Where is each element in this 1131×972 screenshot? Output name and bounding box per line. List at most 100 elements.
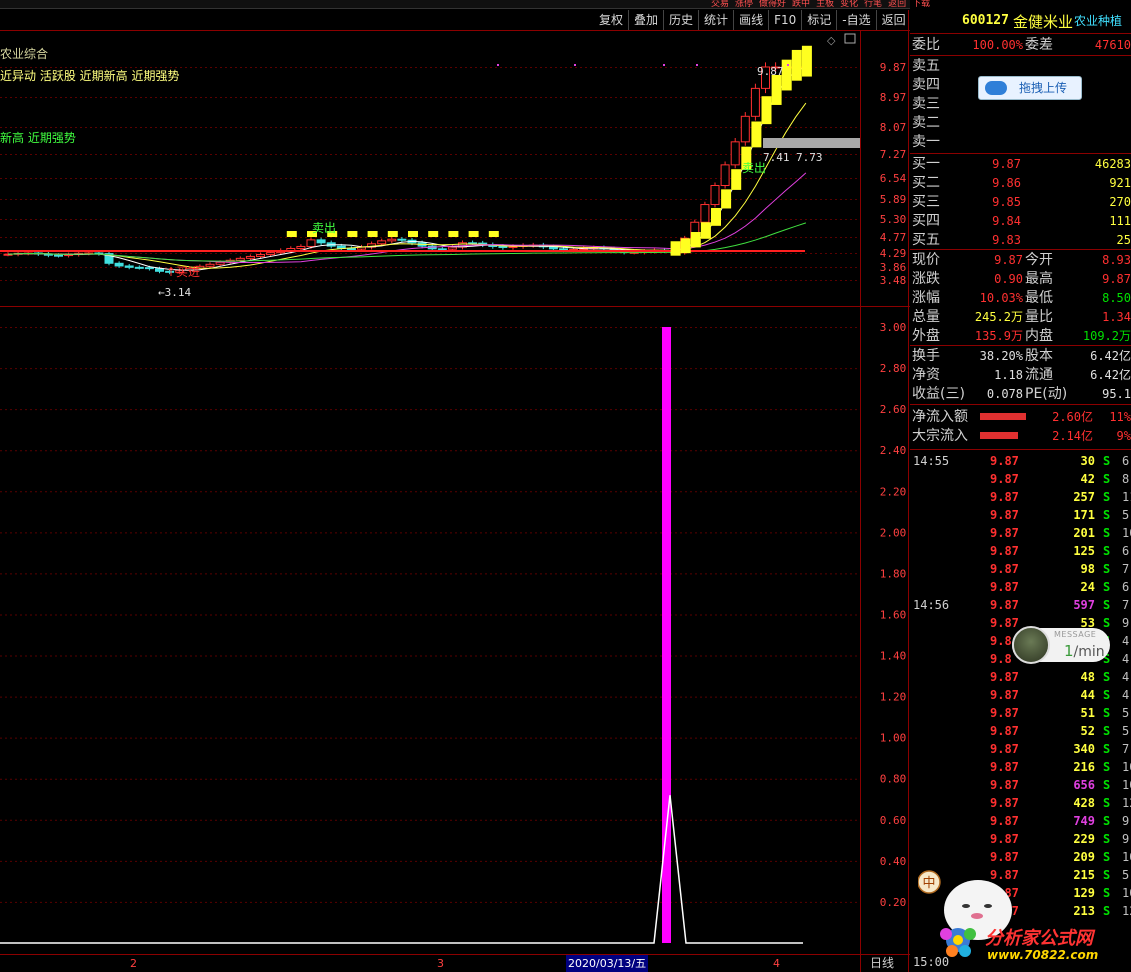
weicha-label: 委差	[1025, 37, 1053, 53]
tick-time: 14:56	[913, 598, 950, 612]
tick-price: 9.87	[990, 562, 1019, 576]
sell-level-row: 卖五	[910, 57, 1131, 75]
y-tick-label: 1.00	[880, 732, 907, 745]
message-widget[interactable]: MESSAGE 1/min	[1012, 626, 1110, 664]
drag-upload-button[interactable]: 拖拽上传	[978, 76, 1082, 100]
quote-label: 内盘	[1025, 328, 1053, 344]
tick-row: 9.87 656 S 10	[910, 776, 1131, 794]
buy-level-row: 买三 9.85 270	[910, 193, 1131, 211]
date-axis-label: 2020/03/13/五	[566, 955, 649, 972]
candle-body	[266, 252, 276, 256]
tick-count: 10	[1122, 850, 1131, 864]
buy-level-price: 9.85	[992, 195, 1021, 209]
quote-label: 最低	[1025, 290, 1053, 306]
sell-level-row: 卖一	[910, 133, 1131, 151]
y-tick-label: 5.30	[880, 213, 907, 226]
tick-price: 9.87	[990, 544, 1019, 558]
tick-price: 9.87	[990, 670, 1019, 684]
candle-body	[215, 261, 225, 265]
tick-count: 4	[1122, 652, 1130, 666]
flow-percent: 11%	[1109, 410, 1131, 424]
quote-value: 8.50	[1102, 291, 1131, 305]
candle-body	[710, 185, 720, 206]
tick-row: 9.87 428 S 12	[910, 794, 1131, 812]
tick-side: S	[1103, 832, 1111, 846]
tick-volume: 209	[1073, 850, 1095, 864]
tick-count: 5	[1122, 724, 1130, 738]
signal-block	[801, 45, 812, 77]
tick-price: 9.87	[990, 508, 1019, 522]
sell-level-label: 卖一	[912, 134, 940, 150]
signal-block	[791, 49, 802, 81]
indicator-title-2: 近异动 活跃股 近期新高 近期强势	[0, 69, 180, 83]
upload-label: 拖拽上传	[1018, 81, 1067, 95]
quote-row: 现价 9.87 今开 8.93	[910, 251, 1131, 269]
flow-percent: 9%	[1116, 429, 1131, 443]
tick-side: S	[1103, 616, 1111, 630]
flow-value: 2.60亿	[1052, 410, 1093, 424]
cloud-icon	[985, 81, 1007, 95]
tick-price: 9.87	[990, 796, 1019, 810]
annotation-label: ←3.14	[158, 286, 191, 299]
period-label[interactable]: 日线	[870, 955, 894, 972]
tick-price: 9.87	[990, 490, 1019, 504]
buy-level-volume: 270	[1109, 195, 1131, 209]
candle-body	[498, 245, 508, 248]
quote-panel: 600127 金健米业 农业种植 委比 100.00% 委差 47610 卖五卖…	[910, 10, 1131, 972]
buy-level-label: 买二	[912, 175, 940, 191]
tick-row: 9.87 216 S 10	[910, 758, 1131, 776]
y-tick-label: 2.00	[880, 526, 907, 539]
date-axis-label: 3	[437, 957, 444, 970]
indicator-title-1: 农业综合	[0, 47, 49, 61]
quote-value: 9.87	[1102, 272, 1131, 286]
kline-chart-area[interactable]: ◇ 9.87 8.97 8.07 7.27 6.54 5.89 5.30 4.77 4.293.8…	[0, 0, 910, 972]
candle-body	[730, 141, 740, 166]
y-tick-label: 4.77	[880, 231, 907, 244]
tick-count: 10	[1122, 526, 1131, 540]
buy-level-label: 买五	[912, 232, 940, 248]
candle-body	[134, 266, 144, 269]
tick-row: 14:56 9.87 597 S 7	[910, 596, 1131, 614]
top-tab-8[interactable]: 下载	[909, 0, 933, 8]
tick-price: 9.8	[990, 634, 1012, 648]
tick-price: 9.87	[990, 688, 1019, 702]
sell-level-row: 卖二	[910, 114, 1131, 132]
sell-level-label: 卖二	[912, 115, 940, 131]
tick-count: 5	[1122, 706, 1130, 720]
tick-price: 9.87	[990, 742, 1019, 756]
buy-level-row: 买五 9.83 25	[910, 231, 1131, 249]
stock-name[interactable]: 金健米业	[1013, 11, 1073, 32]
signal-block	[428, 231, 439, 237]
fundamental-label: 净资	[912, 367, 940, 383]
candle-body	[306, 239, 316, 247]
tick-volume: 48	[1080, 670, 1095, 684]
y-tick-label: 3.48	[880, 274, 907, 287]
tick-count: 9	[1122, 616, 1130, 630]
candle-body	[144, 267, 154, 270]
tick-row: 9.87 42 S 8	[910, 470, 1131, 488]
stock-sector[interactable]: 农业种植	[1074, 12, 1122, 29]
y-tick-label: 9.87	[880, 61, 907, 74]
signal-block	[408, 231, 418, 237]
buy-level-row: 买四 9.84 111	[910, 212, 1131, 230]
quote-value: 9.87	[994, 253, 1023, 267]
signal-block	[751, 121, 762, 148]
divider	[910, 55, 1131, 56]
tick-count: 6	[1122, 580, 1130, 594]
weibi-row: 委比 100.00% 委差 47610	[910, 36, 1131, 54]
tick-volume: 42	[1080, 472, 1095, 486]
quote-label: 外盘	[912, 328, 940, 344]
tick-volume: 52	[1080, 724, 1095, 738]
tick-volume: 125	[1073, 544, 1095, 558]
tick-row: 9.87 229 S 9	[910, 830, 1131, 848]
tick-volume: 428	[1073, 796, 1095, 810]
tick-count: 10	[1122, 760, 1131, 774]
candle-body	[740, 115, 750, 143]
quote-label: 现价	[912, 252, 940, 268]
y-tick-label: 0.40	[880, 855, 907, 868]
candle-body	[114, 262, 124, 267]
tick-volume: 229	[1073, 832, 1095, 846]
fundamental-row: 换手 38.20% 股本 6.42亿	[910, 347, 1131, 365]
candle-body	[377, 240, 387, 245]
weibi-value: 100.00%	[972, 38, 1023, 52]
